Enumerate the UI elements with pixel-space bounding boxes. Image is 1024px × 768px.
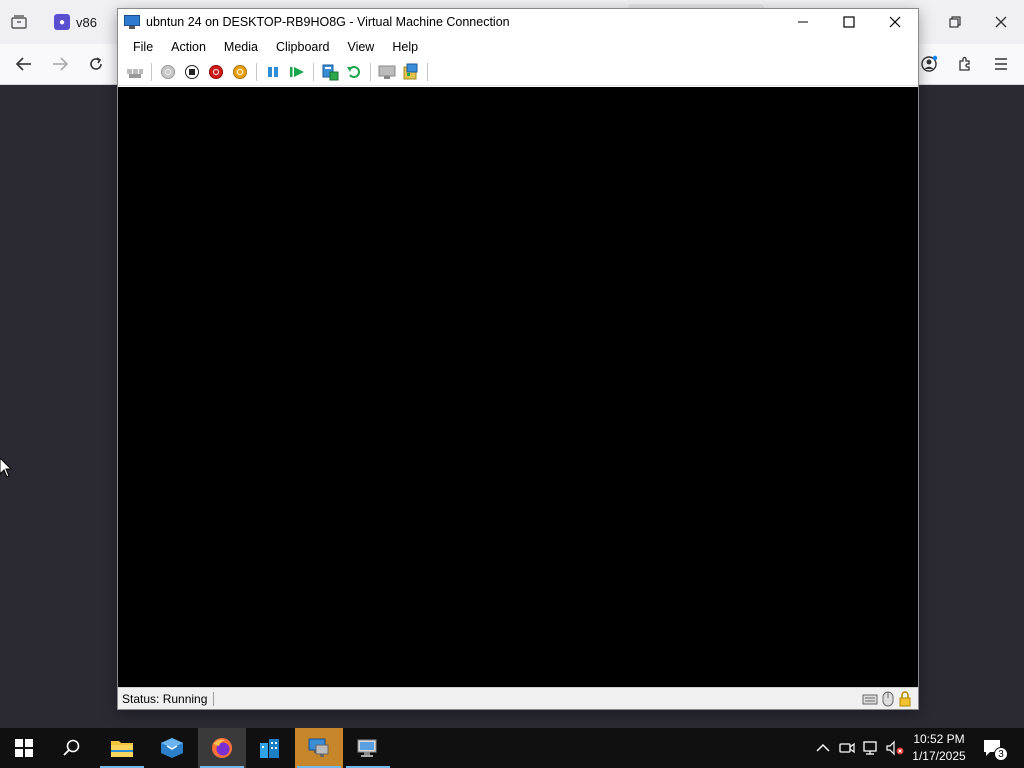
taskbar-firefox[interactable] xyxy=(198,728,246,768)
ctrl-alt-del-icon xyxy=(127,69,143,78)
enhanced-session-icon xyxy=(378,65,396,79)
turn-off-button[interactable] xyxy=(180,61,204,83)
vm-statusbar: Status: Running xyxy=(118,687,918,709)
menu-help[interactable]: Help xyxy=(383,38,427,56)
lock-icon xyxy=(899,691,911,707)
revert-icon xyxy=(347,66,360,78)
taskbar-vm-connection[interactable] xyxy=(295,728,343,768)
account-icon[interactable] xyxy=(918,54,940,74)
mouse-cursor-icon xyxy=(0,457,13,481)
status-separator xyxy=(213,691,215,706)
reload-icon[interactable] xyxy=(84,54,108,74)
camera-icon xyxy=(839,742,855,754)
close-icon xyxy=(889,16,901,28)
start-button[interactable] xyxy=(156,61,180,83)
menu-file[interactable]: File xyxy=(124,38,162,56)
turn-off-icon xyxy=(185,65,199,79)
taskbar-virtualbox[interactable] xyxy=(148,728,196,768)
vm-titlebar[interactable]: ubntun 24 on DESKTOP-RB9HO8G - Virtual M… xyxy=(118,9,918,35)
back-arrow-icon[interactable] xyxy=(12,54,36,74)
toolbar-separator xyxy=(427,63,428,81)
tray-volume[interactable] xyxy=(884,728,906,768)
minimize-button[interactable] xyxy=(780,9,826,35)
firefox-icon xyxy=(212,738,232,758)
notification-center-button[interactable]: 3 xyxy=(978,728,1008,768)
cube-app-icon xyxy=(161,738,183,758)
shutdown-button[interactable] xyxy=(204,61,228,83)
tray-network[interactable] xyxy=(860,728,882,768)
keyboard-icon xyxy=(862,694,878,705)
mouse-icon xyxy=(882,691,894,707)
enhanced-session-button[interactable] xyxy=(375,61,399,83)
show-hidden-icons-button[interactable] xyxy=(812,728,834,768)
search-icon xyxy=(63,739,80,756)
taskbar-app-buildings[interactable] xyxy=(246,728,294,768)
save-icon xyxy=(233,65,247,79)
volume-muted-icon xyxy=(886,740,904,756)
save-button[interactable] xyxy=(228,61,252,83)
toolbar-separator xyxy=(313,63,314,81)
browser-tab-label: v86 xyxy=(76,14,97,30)
ctrl-alt-del-button[interactable] xyxy=(123,61,147,83)
file-explorer-icon xyxy=(111,741,133,757)
extensions-icon[interactable] xyxy=(954,54,976,74)
tab-list-icon[interactable] xyxy=(8,12,30,32)
resume-button[interactable] xyxy=(285,61,309,83)
taskbar-file-explorer[interactable] xyxy=(98,728,146,768)
restore-window-icon[interactable] xyxy=(944,12,966,32)
tray-meet-now[interactable] xyxy=(836,728,858,768)
close-browser-icon[interactable] xyxy=(990,12,1012,32)
menu-clipboard[interactable]: Clipboard xyxy=(267,38,339,56)
menu-action[interactable]: Action xyxy=(162,38,215,56)
notification-count-badge: 3 xyxy=(994,747,1008,761)
start-menu-button[interactable] xyxy=(0,728,48,768)
hyperv-manager-icon xyxy=(357,739,377,757)
taskbar-hyperv-manager[interactable] xyxy=(344,728,392,768)
clock-date: 1/17/2025 xyxy=(912,749,966,763)
status-text: Status: Running xyxy=(122,691,208,706)
vm-display-screen[interactable] xyxy=(118,87,918,687)
pause-icon xyxy=(268,67,278,77)
vm-menubar: File Action Media Clipboard View Help xyxy=(118,35,918,59)
checkpoint-button[interactable] xyxy=(318,61,342,83)
toolbar-separator xyxy=(256,63,257,81)
v86-favicon-icon: ● xyxy=(54,14,70,30)
taskbar-clock[interactable]: 10:52 PM 1/17/2025 xyxy=(906,731,972,765)
toolbar-separator xyxy=(151,63,152,81)
windows-logo-icon xyxy=(15,739,33,757)
vm-connection-app-icon xyxy=(123,14,141,30)
close-button[interactable] xyxy=(872,9,918,35)
share-button[interactable] xyxy=(399,61,423,83)
forward-arrow-icon[interactable] xyxy=(48,54,72,74)
clock-time: 10:52 PM xyxy=(913,732,965,746)
checkpoint-icon xyxy=(322,64,339,81)
minimize-icon xyxy=(798,21,808,23)
maximize-button[interactable] xyxy=(826,9,872,35)
chevron-up-icon xyxy=(816,743,830,752)
maximize-icon xyxy=(843,16,855,28)
revert-button[interactable] xyxy=(342,61,366,83)
vm-toolbar xyxy=(118,59,918,86)
window-title: ubntun 24 on DESKTOP-RB9HO8G - Virtual M… xyxy=(146,15,510,29)
resume-icon xyxy=(290,67,304,77)
buildings-app-icon xyxy=(260,739,279,758)
start-icon xyxy=(161,65,175,79)
search-button[interactable] xyxy=(48,728,96,768)
pause-button[interactable] xyxy=(261,61,285,83)
share-icon xyxy=(403,63,418,80)
menu-media[interactable]: Media xyxy=(215,38,267,56)
menu-view[interactable]: View xyxy=(338,38,383,56)
browser-tab-v86[interactable]: ● v86 xyxy=(44,6,114,38)
menu-hamburger-icon[interactable] xyxy=(990,54,1012,74)
status-indicators xyxy=(862,691,912,707)
taskbar: 10:52 PM 1/17/2025 3 xyxy=(0,728,1024,768)
vm-connection-icon xyxy=(308,738,329,757)
shutdown-icon xyxy=(209,65,223,79)
network-icon xyxy=(863,741,877,755)
toolbar-separator xyxy=(370,63,371,81)
vm-connection-window: ubntun 24 on DESKTOP-RB9HO8G - Virtual M… xyxy=(117,8,919,710)
